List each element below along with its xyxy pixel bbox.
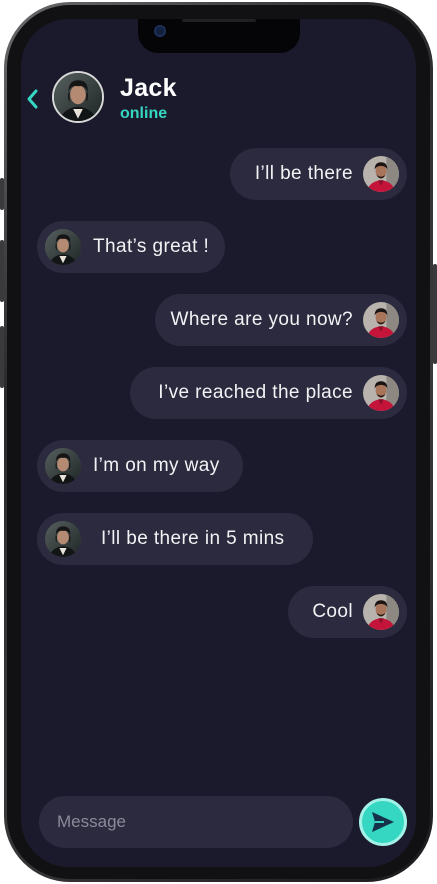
message-text: I’m on my way	[93, 455, 220, 476]
message-input-container	[39, 796, 353, 848]
message-bubble-received[interactable]: I’m on my way	[37, 440, 243, 492]
message-bubble-sent[interactable]: Cool	[288, 586, 407, 638]
power-button	[433, 264, 437, 364]
send-button[interactable]	[359, 798, 407, 846]
message-text: Where are you now?	[170, 309, 353, 330]
message-text: I’ll be there in 5 mins	[101, 528, 285, 549]
camera	[154, 25, 166, 37]
sender-avatar	[45, 229, 81, 265]
message-bubble-sent[interactable]: I’ve reached the place	[130, 367, 407, 419]
message-text: That’s great !	[93, 236, 210, 257]
message-text: Cool	[312, 601, 353, 622]
message-bubble-received[interactable]: That’s great !	[37, 221, 225, 273]
chat-screen: Jack online I’ll be there That’s great !…	[21, 19, 416, 867]
volume-down-button	[0, 326, 4, 388]
message-text: I’ll be there	[254, 163, 353, 184]
sender-avatar	[363, 156, 399, 192]
contact-status: online	[120, 105, 168, 122]
message-input[interactable]	[39, 796, 353, 848]
chevron-left-icon	[27, 89, 38, 109]
message-bubble-received[interactable]: I’ll be there in 5 mins	[37, 513, 313, 565]
message-bubble-sent[interactable]: Where are you now?	[155, 294, 407, 346]
sender-avatar	[363, 375, 399, 411]
silent-switch	[0, 178, 4, 210]
contact-avatar[interactable]	[52, 71, 104, 123]
message-text: I’ve reached the place	[158, 382, 353, 403]
contact-name: Jack	[120, 74, 177, 102]
sender-avatar	[45, 521, 81, 557]
speaker	[182, 19, 256, 22]
message-bubble-sent[interactable]: I’ll be there	[230, 148, 407, 200]
send-icon	[372, 812, 394, 832]
sender-avatar	[363, 594, 399, 630]
sender-avatar	[363, 302, 399, 338]
volume-up-button	[0, 240, 4, 302]
sender-avatar	[45, 448, 81, 484]
back-button[interactable]	[21, 83, 43, 115]
